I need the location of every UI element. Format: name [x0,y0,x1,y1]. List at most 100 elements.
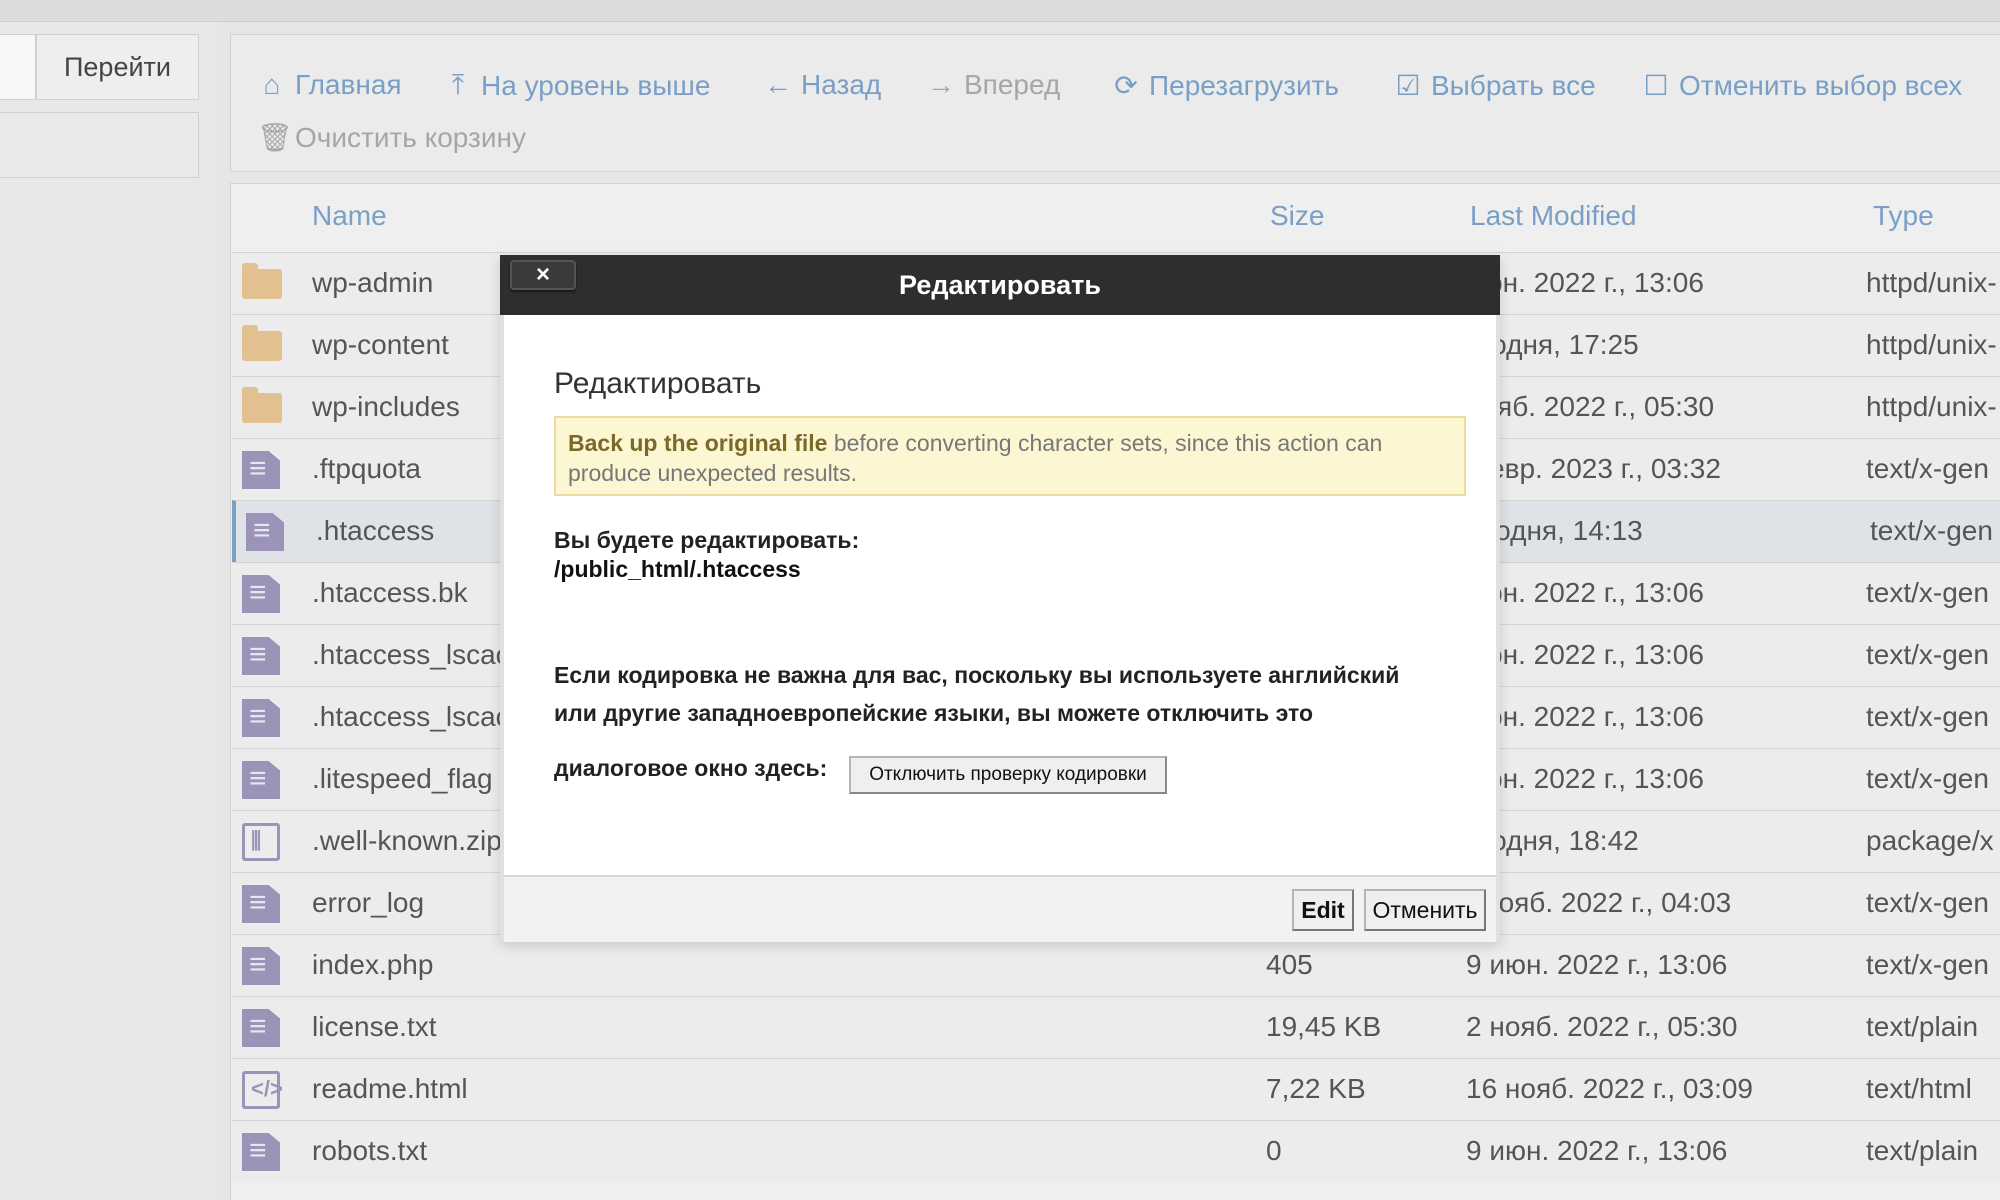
file-zip-icon [242,823,280,861]
file-date: июн. 2022 г., 13:06 [1466,701,1704,732]
file-type: text/x-gen [1866,763,1989,794]
edit-button[interactable]: Edit [1292,889,1354,931]
file-name: wp-admin [312,267,434,298]
file-date: нояб. 2022 г., 05:30 [1466,391,1715,422]
goto-button[interactable]: Перейти [36,34,199,100]
edit-target-label: Вы будете редактировать: [554,527,860,553]
file-date: 9 июн. 2022 г., 13:06 [1466,949,1728,980]
empty-trash-label: Очистить корзину [295,121,526,153]
file-type: text/x-gen [1866,701,1989,732]
file-text-icon [242,947,280,985]
deselect-all-label: Отменить выбор всех [1679,69,1963,101]
file-type: text/plain [1866,1135,1979,1166]
file-type: text/x-gen [1866,639,1989,670]
file-text-icon [242,575,280,613]
file-date: июн. 2022 г., 13:06 [1466,639,1704,670]
empty-trash-button[interactable]: 🗑 Очистить корзину [257,121,526,154]
file-name: index.php [312,949,434,980]
reload-button[interactable]: ⟳ Перезагрузить [1111,69,1339,102]
file-date: 16 нояб. 2022 г., 03:09 [1466,1073,1753,1104]
file-size: 405 [1266,949,1313,980]
encoding-note-line2: или другие западноевропейские языки, вы … [554,700,1314,726]
table-row[interactable]: robots.txt 0 9 июн. 2022 г., 13:06 text/pla… [232,1120,2000,1182]
file-date: июн. 2022 г., 13:06 [1466,577,1704,608]
file-type: text/x-gen [1870,515,1993,546]
file-type: text/html [1866,1073,1972,1104]
back-button[interactable]: ← Назад [763,69,881,101]
file-date: июн. 2022 г., 13:06 [1466,267,1704,298]
file-name: wp-content [312,329,449,360]
toolbar: ⌂ Главная ⤒ На уровень выше ← Назад → Вп… [230,34,2000,172]
file-text-icon [242,699,280,737]
file-text-icon [242,1009,280,1047]
file-type: text/x-gen [1866,577,1989,608]
file-type: text/x-gen [1866,453,1989,484]
column-header-name[interactable]: Name [312,200,387,232]
file-date: июн. 2022 г., 13:06 [1466,763,1704,794]
table-row[interactable]: license.txt 19,45 KB 2 нояб. 2022 г., 05:3… [232,996,2000,1058]
file-name: .htaccess.bk [312,577,468,608]
select-all-label: Выбрать все [1431,69,1596,101]
forward-label: Вперед [964,69,1061,100]
disable-encoding-check-button[interactable]: Отключить проверку кодировки [849,756,1167,794]
home-label: Главная [295,69,402,100]
file-type: httpd/unix- [1866,391,1997,422]
select-all-button[interactable]: ☑ Выбрать все [1393,69,1596,102]
file-type: text/x-gen [1866,887,1989,918]
dialog-header: × Редактировать [500,255,1500,315]
file-name: .htaccess [316,515,435,546]
up-level-label: На уровень выше [481,69,711,101]
table-row[interactable]: index.php 405 9 июн. 2022 г., 13:06 text/x-… [232,934,2000,996]
home-button[interactable]: ⌂ Главная [257,69,402,101]
deselect-all-button[interactable]: ☐ Отменить выбор всех [1641,69,1962,102]
file-size: 19,45 KB [1266,1011,1382,1042]
reload-label: Перезагрузить [1149,69,1339,101]
back-label: Назад [801,69,882,100]
trash-icon: 🗑 [257,122,293,153]
left-panel: Перейти [0,22,218,1200]
edit-target-path: /public_html/.htaccess [554,556,801,582]
file-name: .litespeed_flag [312,763,493,794]
folder-icon [242,387,282,423]
dialog-footer: Edit Отменить [504,875,1496,942]
file-name: license.txt [312,1011,437,1042]
top-bar [0,0,2000,22]
folder-icon [242,325,282,361]
file-text-icon [242,761,280,799]
column-header-size[interactable]: Size [1270,200,1324,232]
directory-tree-box [0,112,199,178]
arrow-up-icon: ⤒ [451,69,465,100]
cancel-button[interactable]: Отменить [1364,889,1486,931]
file-name: readme.html [312,1073,468,1104]
file-name: wp-includes [312,391,460,422]
file-name: robots.txt [312,1135,428,1166]
file-date: февр. 2023 г., 03:32 [1466,453,1721,484]
dialog-header-title: Редактировать [899,269,1101,300]
file-code-icon [242,1071,283,1109]
column-header-last-modified[interactable]: Last Modified [1470,200,1637,232]
file-name: .well-known.zip [312,825,502,856]
edit-dialog: × Редактировать Редактировать Back up th… [500,255,1500,942]
file-type: httpd/unix- [1866,267,1997,298]
file-name: .ftpquota [312,453,421,484]
file-name: error_log [312,887,425,918]
file-date: ) нояб. 2022 г., 04:03 [1466,887,1732,918]
checkbox-checked-icon: ☑ [1395,70,1421,101]
close-button[interactable]: × [510,260,576,290]
close-icon: × [535,261,550,288]
backup-warning: Back up the original file before convert… [554,416,1466,496]
file-name: .htaccess_lscac [312,701,510,732]
warning-bold-text: Back up the original file [568,430,828,456]
forward-button[interactable]: → Вперед [926,69,1060,101]
file-type: text/x-gen [1866,949,1989,980]
column-header-type[interactable]: Type [1873,200,1934,232]
arrow-left-icon: ← [764,69,792,100]
table-row[interactable]: readme.html 7,22 KB 16 нояб. 2022 г., 03:0… [232,1058,2000,1120]
path-input[interactable] [0,34,36,100]
file-size: 7,22 KB [1266,1073,1366,1104]
file-text-icon [242,885,280,923]
refresh-icon: ⟳ [1114,70,1138,101]
file-date: 2 нояб. 2022 г., 05:30 [1466,1011,1738,1042]
file-text-icon [242,637,280,675]
up-level-button[interactable]: ⤒ На уровень выше [443,69,711,102]
